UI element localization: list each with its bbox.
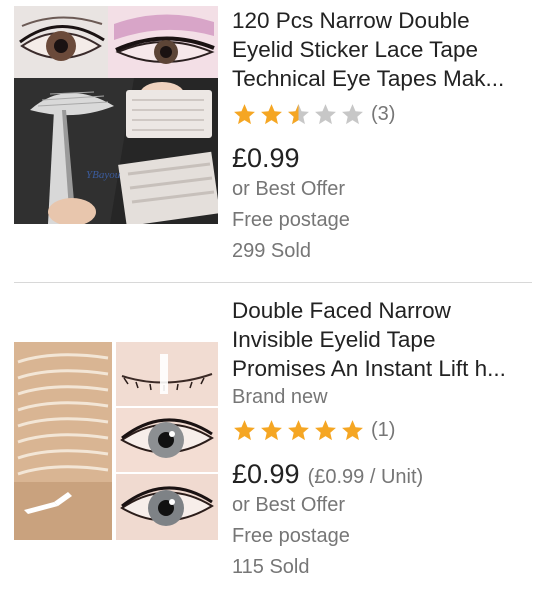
eyelid-tape-photo [14,342,218,540]
condition-label: Brand new [232,386,328,408]
listing-title[interactable]: Double Faced Narrow Invisible Eyelid Tap… [232,296,536,383]
star-rating: (3) [232,97,536,131]
unit-price: (£0.99 / Unit) [307,466,424,488]
star-icon [234,103,255,124]
product-image[interactable] [14,342,218,540]
star-icon [342,103,363,124]
title-line: Eyelid Sticker Lace Tape [232,37,478,62]
sold-count: 299 Sold [232,240,311,262]
postage-label: Free postage [232,525,350,547]
svg-text:YBayou: YBayou [86,169,121,181]
star-icon [315,103,336,124]
eyelid-tape-photo: YBayou [14,6,218,224]
star-icon [288,419,309,440]
title-line: Promises An Instant Lift h... [232,356,506,381]
title-line: 120 Pcs Narrow Double [232,8,470,33]
price: £0.99 [232,143,300,173]
best-offer-label: or Best Offer [232,494,346,516]
sold-count: 115 Sold [232,556,310,578]
title-line: Technical Eye Tapes Mak... [232,66,505,91]
star-icon [234,419,255,440]
divider [14,282,532,283]
best-offer-label: or Best Offer [232,178,346,200]
star-icon [315,419,336,440]
price: £0.99 [232,459,300,489]
rating-count: (1) [371,418,396,441]
listing-title[interactable]: 120 Pcs Narrow Double Eyelid Sticker Lac… [232,6,536,93]
half-star-icon [288,103,309,124]
star-icon [342,419,363,440]
star-rating: (1) [232,413,536,447]
product-image[interactable]: YBayou [14,6,218,224]
title-line: Invisible Eyelid Tape [232,327,436,352]
title-line: Double Faced Narrow [232,298,451,323]
postage-label: Free postage [232,209,350,231]
listing-item[interactable]: YBayou 120 Pcs Narrow Double Eyelid Stic… [0,0,546,282]
star-icon [261,103,282,124]
star-icon [261,419,282,440]
rating-count: (3) [371,102,396,125]
listing-item[interactable]: Double Faced Narrow Invisible Eyelid Tap… [0,284,546,600]
